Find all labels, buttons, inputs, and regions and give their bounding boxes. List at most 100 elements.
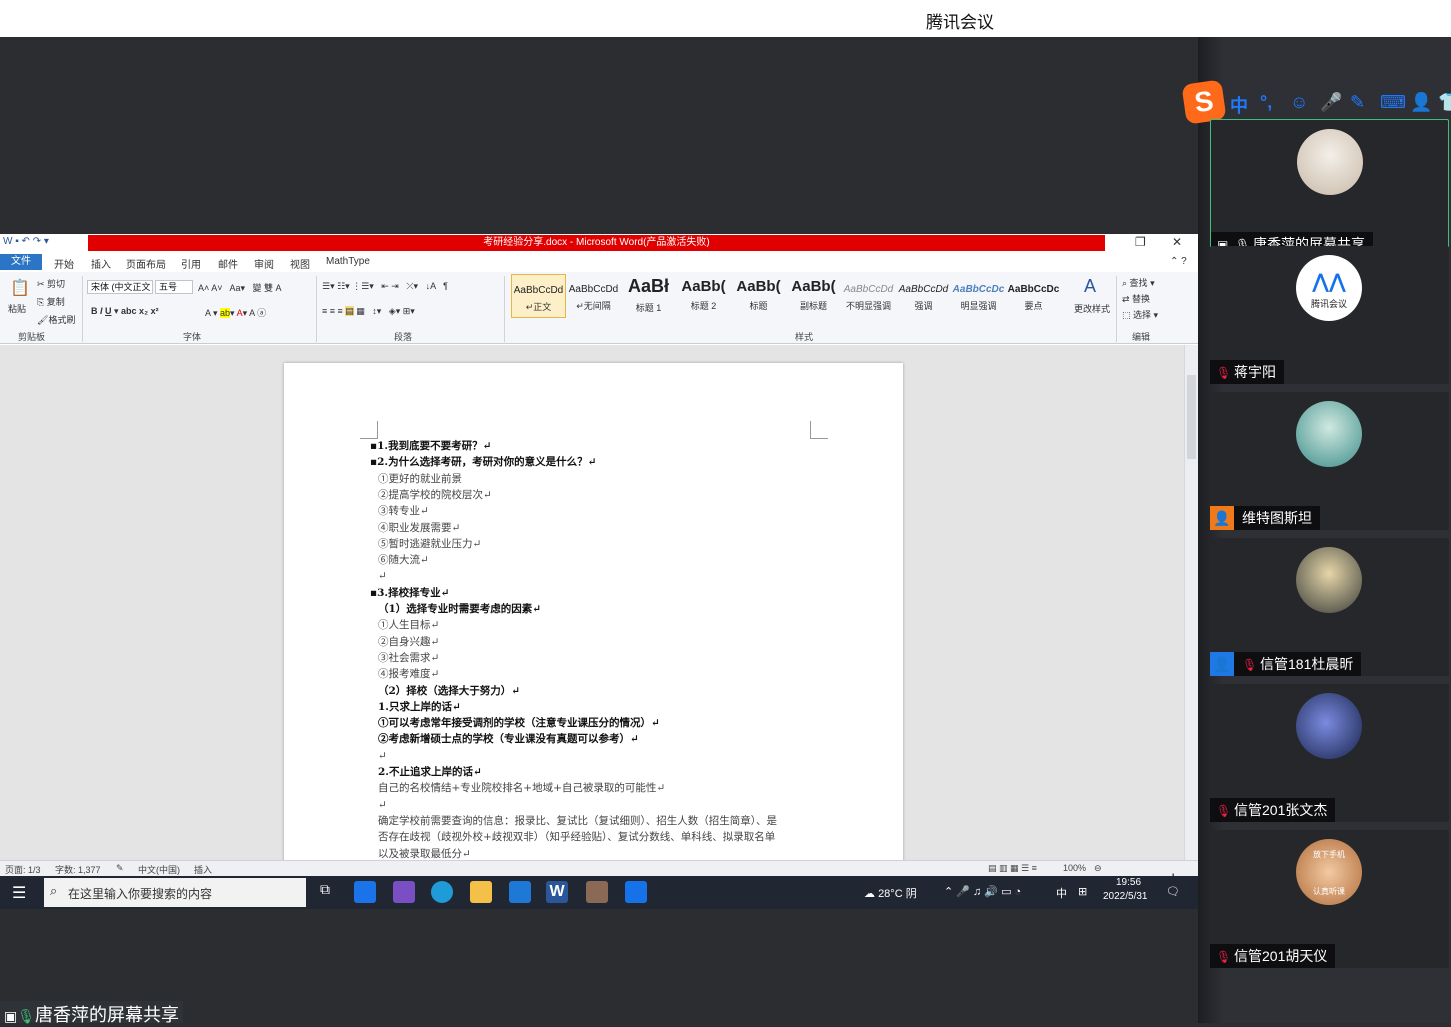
tab-mailings[interactable]: 邮件 (218, 256, 238, 271)
document-line[interactable]: ③转专业↵ (378, 504, 429, 518)
tab-insert[interactable]: 插入 (91, 256, 111, 271)
document-line[interactable]: ①可以考虑常年接受调剂的学校（注意专业课压分的情况）↵ (378, 716, 660, 730)
photos-icon[interactable] (393, 881, 415, 903)
tab-home[interactable]: 开始 (54, 256, 74, 271)
style-title[interactable]: AaBb(标题 (731, 274, 786, 318)
restore-icon[interactable]: ❐ (1135, 235, 1146, 249)
tab-file[interactable]: 文件 (0, 254, 42, 270)
tab-view[interactable]: 视图 (290, 256, 310, 271)
document-line[interactable]: ④报考难度↵ (378, 667, 439, 681)
document-line[interactable]: ↵ (378, 798, 387, 812)
document-line[interactable]: ▪3.择校择专业↵ (370, 586, 449, 600)
font-size-select[interactable]: 五号 (155, 280, 193, 294)
tab-mathtype[interactable]: MathType (326, 256, 370, 267)
document-line[interactable]: 2.不止追求上岸的话↵ (378, 765, 482, 779)
participant-tile[interactable]: ▣ 🎙 唐香萍的屏幕共享 (1210, 119, 1449, 257)
style-normal[interactable]: AaBbCcDd ↵正文 (511, 274, 566, 318)
file-explorer-icon[interactable] (470, 881, 492, 903)
document-line[interactable]: ③社会需求↵ (378, 651, 439, 665)
tray-icons[interactable]: ⌃ 🎤 ♫ 🔊 ▭ ◔ (944, 885, 1021, 898)
document-line[interactable]: ▪1.我到底要不要考研？↵ (370, 439, 491, 453)
change-styles-button[interactable]: 更改样式 (1074, 302, 1110, 315)
ime-grid-icon[interactable]: ⊞ (1078, 885, 1087, 898)
tencent-meeting-taskbar-icon[interactable] (625, 881, 647, 903)
store-icon[interactable] (354, 881, 376, 903)
style-no-spacing[interactable]: AaBbCcDd ↵无间隔 (566, 274, 621, 318)
select-button[interactable]: ⬚ 选择 ▾ (1122, 308, 1158, 321)
participant-tile[interactable]: 👤 🎙 信管181杜晨昕 (1210, 538, 1449, 676)
font-name-select[interactable]: 宋体 (中文正文 (87, 280, 153, 294)
document-line[interactable]: ↵ (378, 749, 387, 763)
page-count[interactable]: 页面: 1/3 (5, 863, 41, 876)
copy-button[interactable]: ⎘ 复制 (37, 295, 65, 308)
document-line[interactable]: ⑤暂时逃避就业压力↵ (378, 537, 481, 551)
skin-icon[interactable]: 👕 (1438, 92, 1451, 113)
voice-icon[interactable]: 🎤 (1320, 92, 1342, 113)
paste-icon[interactable]: 📋 (10, 278, 30, 298)
document-line[interactable]: ④职业发展需要↵ (378, 521, 460, 535)
font-format-buttons[interactable]: B I U ▾ abc x₂ x² (91, 306, 159, 317)
ribbon-minimize-icon[interactable]: ⌃ ? (1170, 256, 1187, 267)
style-strong[interactable]: AaBbCcDc 要点 (1006, 274, 1061, 318)
format-painter-button[interactable]: 🖌格式刷 (37, 313, 75, 326)
document-line[interactable]: （1）选择专业时需要考虑的因素↵ (378, 602, 541, 616)
style-subtitle[interactable]: AaBb(副标题 (786, 274, 841, 318)
document-line[interactable]: ②自身兴趣↵ (378, 635, 439, 649)
notification-icon[interactable]: 🗨 (1166, 885, 1180, 898)
language[interactable]: 中文(中国) (138, 863, 180, 876)
list-buttons[interactable]: ☰▾ ☷▾ ⋮☰▾ ⇤ ⇥ ⤫▾ ↓A ¶ (322, 281, 448, 292)
document-line[interactable]: 以及被录取最低分↵ (378, 847, 471, 861)
handwrite-icon[interactable]: ✎ (1350, 92, 1365, 113)
participant-tile[interactable]: ⋀⋀ 腾讯会议 🎙 蒋宇阳 (1210, 246, 1449, 384)
find-button[interactable]: ⌕ 查找 ▾ (1122, 276, 1155, 289)
edge-icon[interactable] (431, 881, 453, 903)
word-quick-access[interactable]: W ▪ ↶ ↷ ▾ (3, 236, 49, 247)
paste-button[interactable]: 粘贴 (8, 302, 26, 315)
replace-button[interactable]: ⇄ 替换 (1122, 292, 1150, 305)
document-line[interactable]: 自己的名校情结+专业院校排名+地域+自己被录取的可能性↵ (378, 781, 665, 795)
task-view-icon[interactable]: ⧉ (314, 881, 336, 903)
document-line[interactable]: 确定学校前需要查询的信息：报录比、复试比（复试细则）、招生人数（招生简章）、是 (378, 814, 777, 828)
align-buttons[interactable]: ≡ ≡ ≡ ▤ ▦ ↕▾ ◈▾ ⊞▾ (322, 306, 415, 317)
change-styles-icon[interactable]: A (1084, 276, 1096, 297)
mail-icon[interactable] (509, 881, 531, 903)
cut-button[interactable]: ✂ 剪切 (37, 277, 65, 290)
style-heading-2[interactable]: AaBb(标题 2 (676, 274, 731, 318)
document-line[interactable]: ②考虑新增硕士点的学校（专业课没有真题可以参考）↵ (378, 732, 639, 746)
keyboard-icon[interactable]: ⌨ (1380, 92, 1406, 113)
app-taskbar-icon[interactable] (586, 881, 608, 903)
document-line[interactable]: 否存在歧视（歧视外校+歧视双非）（知乎经验贴）、复试分数线、单科线、拟录取名单 (378, 830, 775, 844)
close-icon[interactable]: ✕ (1172, 235, 1182, 249)
user-icon[interactable]: 👤 (1410, 92, 1432, 113)
ime-indicator[interactable]: 中 (1056, 885, 1067, 901)
tab-references[interactable]: 引用 (181, 256, 201, 271)
tab-page-layout[interactable]: 页面布局 (126, 256, 166, 271)
tab-review[interactable]: 审阅 (254, 256, 274, 271)
view-buttons[interactable]: ▤ ▥ ▦ ☰ ≡ (988, 863, 1037, 874)
document-line[interactable]: ⑥随大流↵ (378, 553, 429, 567)
style-subtle-emphasis[interactable]: AaBbCcDd 不明显强调 (841, 274, 896, 318)
ime-mode[interactable]: 中 (1230, 92, 1248, 118)
style-intense-emphasis[interactable]: AaBbCcDc 明显强调 (951, 274, 1006, 318)
style-heading-1[interactable]: AaBł 标题 1 (621, 274, 676, 318)
zoom-level[interactable]: 100% (1063, 863, 1086, 873)
taskbar-search[interactable]: ⌕ 在这里输入你要搜索的内容 (44, 878, 306, 907)
document-page[interactable]: ▪1.我到底要不要考研？↵ ▪2.为什么选择考研，考研对你的意义是什么？↵ ①更好的… (284, 363, 903, 860)
font-color-buttons[interactable]: A ▾ ab▾ A▾ A ⓐ (205, 306, 266, 319)
insert-mode[interactable]: 插入 (194, 863, 212, 876)
participant-tile[interactable]: 🎙 信管201张文杰 (1210, 684, 1449, 822)
document-line[interactable]: ②提高学校的院校层次↵ (378, 488, 492, 502)
style-emphasis[interactable]: AaBbCcDd 强调 (896, 274, 951, 318)
document-line[interactable]: ①更好的就业前景 (378, 472, 462, 486)
scroll-thumb[interactable] (1187, 375, 1196, 459)
word-taskbar-icon[interactable]: W (546, 881, 568, 903)
participant-tile[interactable]: 放下手机 认真听课 🎙 信管201胡天仪 (1210, 830, 1449, 968)
font-size-buttons[interactable]: A˄ A˅ Aa▾ 變 雙 A (198, 281, 282, 294)
participant-tile[interactable]: 👤 维特图斯坦 (1210, 392, 1449, 530)
start-icon[interactable]: ☰ (12, 883, 26, 903)
clock-date[interactable]: 2022/5/31 (1103, 891, 1148, 902)
document-line[interactable]: 1.只求上岸的话↵ (378, 700, 461, 714)
document-area[interactable]: ▪1.我到底要不要考研？↵ ▪2.为什么选择考研，考研对你的意义是什么？↵ ①更好的… (0, 345, 1198, 860)
punctuation-icon[interactable]: °, (1260, 92, 1272, 113)
emoji-icon[interactable]: ☺ (1290, 92, 1308, 113)
